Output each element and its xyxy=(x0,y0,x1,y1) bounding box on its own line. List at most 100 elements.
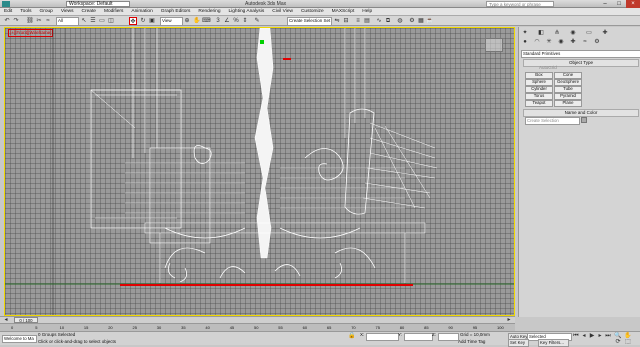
maximize-icon[interactable]: □ xyxy=(612,0,626,8)
helpers-icon[interactable]: ✚ xyxy=(569,38,577,46)
select-and-scale-icon[interactable]: ▣ xyxy=(148,17,156,25)
selection-filter-dropdown[interactable]: All xyxy=(56,17,79,26)
lock-selection-icon[interactable]: 🔒 xyxy=(348,332,356,340)
menu-civil-view[interactable]: Civil View xyxy=(268,8,297,16)
curve-editor-icon[interactable]: ∿ xyxy=(375,17,383,25)
schematic-view-icon[interactable]: ⧉ xyxy=(384,17,392,25)
shapes-icon[interactable]: ◠ xyxy=(533,38,541,46)
undo-icon[interactable]: ↶ xyxy=(3,17,11,25)
graphite-ribbon-icon[interactable]: ▤ xyxy=(363,17,371,25)
next-frame-icon[interactable]: ▸ xyxy=(596,332,604,340)
go-to-start-icon[interactable]: ⏮ xyxy=(572,332,580,340)
menu-maxscript[interactable]: MAXScript xyxy=(328,8,359,16)
redo-icon[interactable]: ↷ xyxy=(12,17,20,25)
mirror-icon[interactable]: ⇋ xyxy=(333,17,341,25)
render-setup-icon[interactable]: ⚙ xyxy=(408,17,416,25)
category-dropdown[interactable]: Standard Primitives xyxy=(521,50,640,58)
previous-frame-icon[interactable]: ◂ xyxy=(580,332,588,340)
pyramid-button[interactable]: Pyramid xyxy=(554,93,582,100)
menu-views[interactable]: Views xyxy=(57,8,78,16)
menu-edit[interactable]: Edit xyxy=(0,8,16,16)
app-logo-icon[interactable] xyxy=(2,1,10,7)
menu-group[interactable]: Group xyxy=(35,8,56,16)
rectangle-selection-icon[interactable]: ▭ xyxy=(98,17,106,25)
object-name-field[interactable]: Create Selection xyxy=(525,117,580,125)
minimize-icon[interactable]: – xyxy=(598,0,612,8)
track-bar[interactable]: 0 5 10 15 20 25 30 35 40 45 50 55 60 65 70 75 80 85 90 95 10… xyxy=(0,323,515,331)
search-input[interactable]: Type a keyword or phrase xyxy=(486,1,554,7)
torus-button[interactable]: Torus xyxy=(525,93,553,100)
angle-snap-icon[interactable]: ∠ xyxy=(223,17,231,25)
menu-lighting-analysis[interactable]: Lighting Analysis xyxy=(225,8,269,16)
maxscript-listener[interactable]: Welcome to Ma xyxy=(2,335,37,343)
spinner-snap-icon[interactable]: ⇕ xyxy=(241,17,249,25)
reference-coordinate-dropdown[interactable]: View xyxy=(160,17,183,26)
link-icon[interactable]: ⛓ xyxy=(26,17,34,25)
box-button[interactable]: Box xyxy=(525,72,553,79)
named-selection-dropdown[interactable]: Create Selection Set xyxy=(287,17,332,26)
viewcube[interactable] xyxy=(485,38,503,52)
menu-customize[interactable]: Customize xyxy=(297,8,328,16)
create-tab-icon[interactable]: ✦ xyxy=(521,29,529,37)
edit-named-selection-icon[interactable]: ✎ xyxy=(253,17,261,25)
space-warps-icon[interactable]: ≈ xyxy=(581,38,589,46)
select-and-move-icon[interactable]: ✥ xyxy=(129,17,137,25)
utilities-tab-icon[interactable]: ✚ xyxy=(601,29,609,37)
select-by-name-icon[interactable]: ☰ xyxy=(89,17,97,25)
geosphere-button[interactable]: GeoSphere xyxy=(554,79,582,86)
hierarchy-tab-icon[interactable]: ⋔ xyxy=(553,29,561,37)
bind-space-warp-icon[interactable]: ≈ xyxy=(44,17,52,25)
menu-create[interactable]: Create xyxy=(78,8,100,16)
window-crossing-icon[interactable]: ◫ xyxy=(107,17,115,25)
object-color-swatch[interactable] xyxy=(581,117,587,123)
time-slider[interactable]: 0 / 100 ◂ ▸ xyxy=(0,316,515,323)
autogrid-checkbox[interactable]: AutoGrid xyxy=(539,65,557,71)
menu-help[interactable]: Help xyxy=(358,8,376,16)
unlink-icon[interactable]: ✂ xyxy=(35,17,43,25)
name-color-header[interactable]: Name and Color xyxy=(523,109,639,117)
close-icon[interactable]: × xyxy=(626,0,640,8)
key-filters-button[interactable]: Key Filters... xyxy=(538,339,569,347)
menu-modifiers[interactable]: Modifiers xyxy=(100,8,127,16)
layer-manager-icon[interactable]: ≡ xyxy=(354,17,362,25)
geometry-icon[interactable]: ● xyxy=(521,38,529,46)
plane-button[interactable]: Plane xyxy=(554,100,582,107)
menu-graph-editors[interactable]: Graph Editors xyxy=(157,8,195,16)
cameras-icon[interactable]: ◉ xyxy=(557,38,565,46)
workspace-dropdown[interactable]: Workspace: Default xyxy=(66,1,130,7)
systems-icon[interactable]: ⚙ xyxy=(593,38,601,46)
percent-snap-icon[interactable]: % xyxy=(232,17,240,25)
rendered-frame-icon[interactable]: ▦ xyxy=(417,17,425,25)
menu-tools[interactable]: Tools xyxy=(16,8,35,16)
add-time-tag[interactable]: Add Time Tag xyxy=(458,339,485,345)
select-object-icon[interactable]: ↖ xyxy=(80,17,88,25)
keyboard-shortcut-icon[interactable]: ⌨ xyxy=(202,17,211,25)
teapot-button[interactable]: Teapot xyxy=(525,100,553,107)
motion-tab-icon[interactable]: ◉ xyxy=(569,29,577,37)
z-coord-field[interactable] xyxy=(438,333,459,341)
select-manipulate-icon[interactable]: ✋ xyxy=(193,17,201,25)
lights-icon[interactable]: ✳ xyxy=(545,38,553,46)
front-viewport[interactable]: [+][Front][Wireframe] xyxy=(4,27,515,316)
modify-tab-icon[interactable]: ◧ xyxy=(537,29,545,37)
cone-button[interactable]: Cone xyxy=(554,72,582,79)
select-and-rotate-icon[interactable]: ↻ xyxy=(139,17,147,25)
align-icon[interactable]: ⊟ xyxy=(342,17,350,25)
material-editor-icon[interactable]: ◍ xyxy=(396,17,404,25)
render-production-icon[interactable]: ☕ xyxy=(426,17,434,25)
x-coord-field[interactable] xyxy=(366,333,399,341)
go-to-end-icon[interactable]: ⏭ xyxy=(604,332,612,340)
x-coord-label: X: xyxy=(360,332,365,337)
display-tab-icon[interactable]: ▭ xyxy=(585,29,593,37)
menu-rendering[interactable]: Rendering xyxy=(194,8,224,16)
snaps-toggle-icon[interactable]: 3 xyxy=(214,17,222,25)
play-icon[interactable]: ▶ xyxy=(588,332,596,340)
prompt-line: Click or click-and-drag to select object… xyxy=(38,339,117,344)
pivot-center-icon[interactable]: ⊕ xyxy=(183,17,191,25)
set-key-button[interactable]: Set Key xyxy=(508,339,529,347)
cylinder-button[interactable]: Cylinder xyxy=(525,86,553,93)
y-coord-field[interactable] xyxy=(404,333,433,341)
sphere-button[interactable]: Sphere xyxy=(525,79,553,86)
menu-animation[interactable]: Animation xyxy=(127,8,156,16)
tube-button[interactable]: Tube xyxy=(554,86,582,93)
